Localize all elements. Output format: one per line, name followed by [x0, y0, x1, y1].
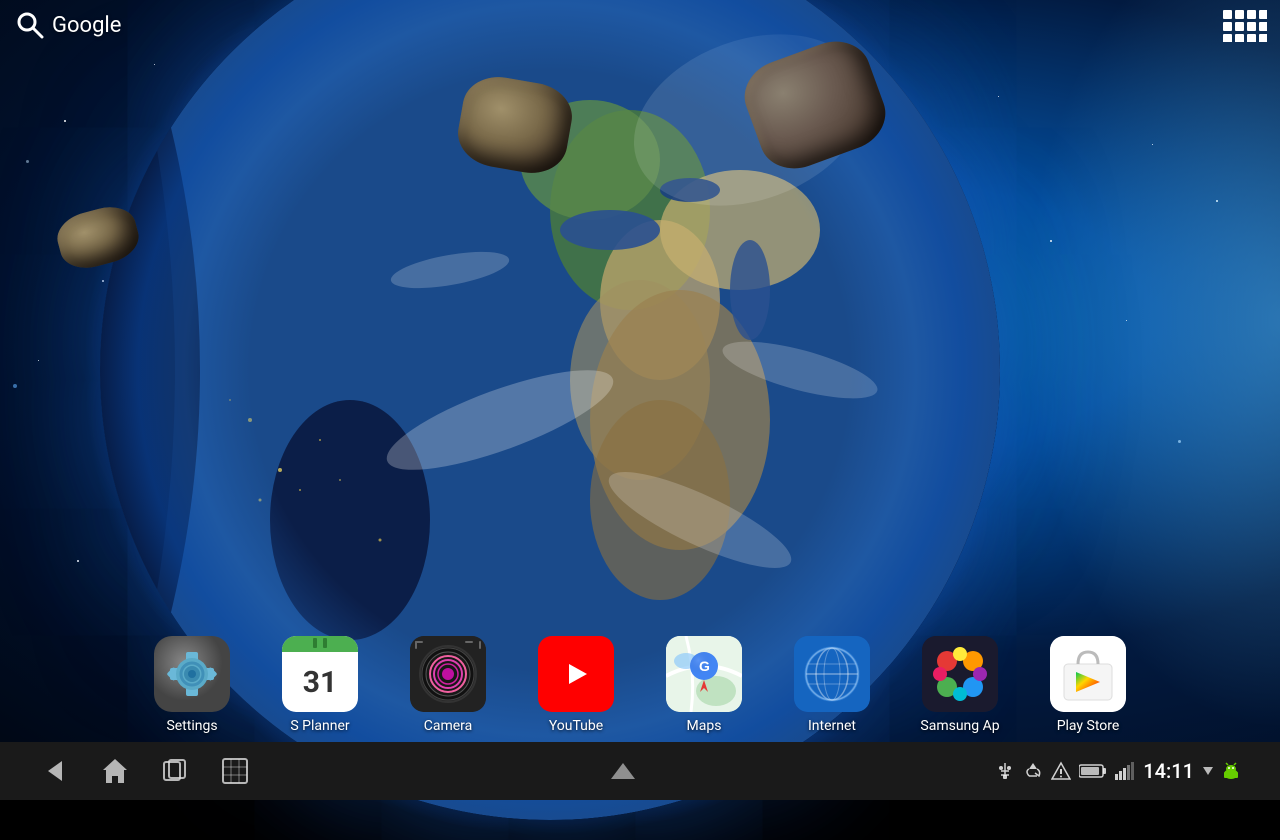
camera-label: Camera [424, 718, 473, 734]
topbar: Google [0, 0, 1280, 50]
app-settings[interactable]: Settings [128, 632, 256, 738]
internet-icon-img [794, 636, 870, 712]
svg-text:G: G [699, 658, 710, 674]
app-camera[interactable]: Camera [384, 632, 512, 738]
playstore-label: Play Store [1057, 718, 1120, 734]
splanner-label: S Planner [290, 718, 349, 734]
splanner-date: 31 [303, 652, 337, 712]
app-splanner[interactable]: 31 S Planner [256, 632, 384, 738]
google-label: Google [52, 13, 121, 38]
up-button[interactable] [608, 761, 638, 781]
warning-icon [1051, 761, 1071, 781]
google-search-bar[interactable]: Google [16, 11, 121, 39]
recycle-icon [1023, 761, 1043, 781]
settings-label: Settings [166, 718, 217, 734]
usb-icon [995, 761, 1015, 781]
back-button[interactable] [40, 756, 70, 786]
app-playstore[interactable]: Play Store [1024, 632, 1152, 738]
app-maps[interactable]: G Maps [640, 632, 768, 738]
camera-icon-img [410, 636, 486, 712]
app-samsung[interactable]: Samsung Ap [896, 632, 1024, 738]
maps-label: Maps [687, 718, 722, 734]
recents-button[interactable] [160, 756, 190, 786]
search-icon [16, 11, 44, 39]
youtube-label: YouTube [549, 718, 603, 734]
status-bar: 14:11 [995, 759, 1240, 783]
internet-label: Internet [808, 718, 856, 734]
signal-icon [1115, 762, 1135, 780]
screenshot-button[interactable] [220, 756, 250, 786]
signal-down-icon [1202, 765, 1214, 777]
settings-icon-img [154, 636, 230, 712]
samsung-icon-img [922, 636, 998, 712]
youtube-icon-img [538, 636, 614, 712]
app-internet[interactable]: Internet [768, 632, 896, 738]
app-dock: Settings 31 S Planner [0, 630, 1280, 740]
splanner-icon-img: 31 [282, 636, 358, 712]
app-youtube[interactable]: YouTube [512, 632, 640, 738]
playstore-icon-img [1050, 636, 1126, 712]
time: 14:11 [1143, 759, 1194, 783]
android-icon [1222, 762, 1240, 780]
apps-grid-button[interactable] [1223, 10, 1264, 40]
samsung-label: Samsung Ap [920, 718, 999, 734]
battery-icon [1079, 763, 1107, 779]
nav-center [608, 761, 638, 781]
navigation-bar: 14:11 [0, 742, 1280, 800]
maps-icon-img: G [666, 636, 742, 712]
home-button[interactable] [100, 756, 130, 786]
